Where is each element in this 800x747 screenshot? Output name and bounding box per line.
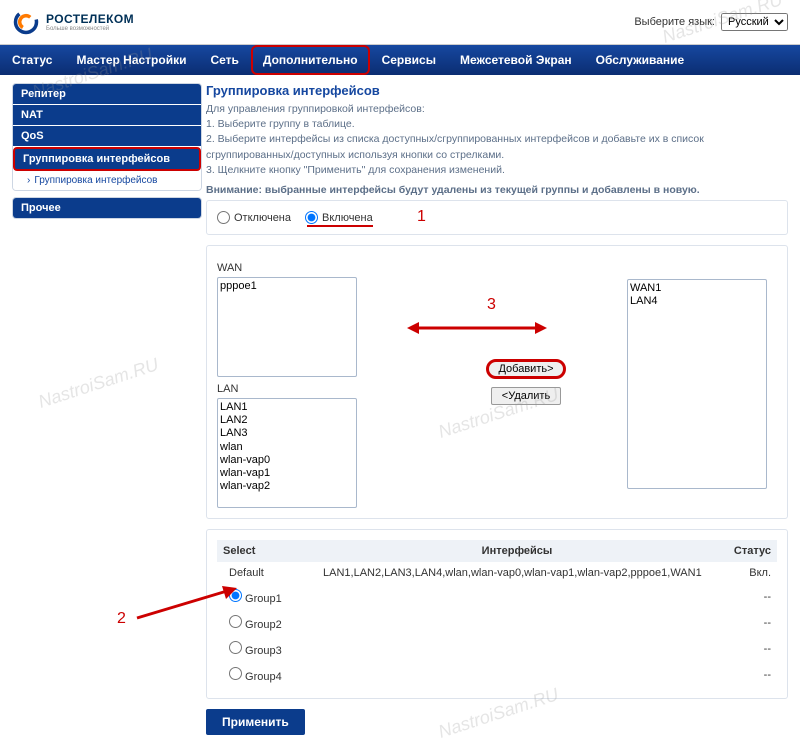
enable-panel: Отключена Включена 1 (206, 200, 788, 235)
nav-tab[interactable]: Сеть (198, 45, 250, 75)
interface-panel: 3 WAN pppoe1 LAN LAN1LAN2LAN3wlanwlan-va… (206, 245, 788, 519)
wan-label: WAN (217, 262, 425, 274)
sidebar-item-qos[interactable]: QoS (13, 126, 201, 147)
apply-button[interactable]: Применить (206, 709, 305, 735)
language-label: Выберите язык: (634, 16, 715, 28)
table-row: Group3-- (217, 636, 777, 662)
annotation-underline (307, 225, 373, 227)
table-row: Group2-- (217, 610, 777, 636)
arrow-diag-icon (132, 583, 242, 623)
brand-tagline: Больше возможностей (46, 26, 134, 32)
add-button[interactable]: Добавить> (486, 359, 565, 379)
sidebar-box: Репитер NAT QoS Группировка интерфейсов … (12, 83, 202, 191)
th-status: Статус (717, 540, 777, 562)
groups-table: Select Интерфейсы Статус DefaultLAN1,LAN… (217, 540, 777, 688)
main-content: Группировка интерфейсов Для управления г… (206, 83, 788, 735)
arrow-horizontal-icon (407, 318, 547, 338)
lan-list[interactable]: LAN1LAN2LAN3wlanwlan-vap0wlan-vap1wlan-v… (217, 398, 357, 508)
radio-off[interactable]: Отключена (217, 211, 291, 224)
group-radio[interactable] (229, 667, 242, 680)
annotation-1: 1 (417, 208, 426, 226)
wan-list[interactable]: pppoe1 (217, 277, 357, 377)
nav-tab[interactable]: Статус (0, 45, 64, 75)
brand-name: РОСТЕЛЕКОМ (46, 12, 134, 26)
logo: РОСТЕЛЕКОМ Больше возможностей (12, 8, 134, 36)
sidebar-item-interface-grouping[interactable]: Группировка интерфейсов (13, 147, 201, 171)
top-bar: РОСТЕЛЕКОМ Больше возможностей Выберите … (0, 0, 800, 44)
page-title: Группировка интерфейсов (206, 83, 788, 98)
nav-tab[interactable]: Сервисы (370, 45, 448, 75)
language-select[interactable]: Русский (721, 13, 788, 31)
sidebar-item-nat[interactable]: NAT (13, 105, 201, 126)
lan-label: LAN (217, 383, 425, 395)
grouped-list[interactable]: WAN1LAN4 (627, 279, 767, 489)
table-row: Group1-- (217, 584, 777, 610)
nav-tab[interactable]: Дополнительно (251, 45, 370, 75)
table-row: DefaultLAN1,LAN2,LAN3,LAN4,wlan,wlan-vap… (217, 562, 777, 584)
group-radio[interactable] (229, 641, 242, 654)
remove-button[interactable]: <Удалить (491, 387, 561, 405)
language-selector: Выберите язык: Русский (634, 13, 788, 31)
groups-panel: 2 Select Интерфейсы Статус DefaultLAN1,L… (206, 529, 788, 699)
th-select: Select (217, 540, 317, 562)
nav-tab[interactable]: Межсетевой Экран (448, 45, 584, 75)
th-ifaces: Интерфейсы (317, 540, 717, 562)
sidebar-box-other: Прочее (12, 197, 202, 219)
nav-tab[interactable]: Обслуживание (584, 45, 697, 75)
chevron-right-icon: › (27, 175, 30, 186)
nav-tab[interactable]: Мастер Настройки (64, 45, 198, 75)
page-intro: Для управления группировкой интерфейсов:… (206, 102, 788, 178)
main-nav: СтатусМастер НастройкиСетьДополнительноС… (0, 44, 800, 75)
logo-icon (12, 8, 40, 36)
table-row: Group4-- (217, 662, 777, 688)
sidebar-item-other[interactable]: Прочее (13, 198, 201, 218)
radio-on[interactable]: Включена (305, 211, 373, 224)
sidebar-item-repeater[interactable]: Репитер (13, 84, 201, 105)
sidebar: Репитер NAT QoS Группировка интерфейсов … (12, 83, 202, 735)
sidebar-sub-interface-grouping[interactable]: › Группировка интерфейсов (13, 171, 201, 190)
page-warning: Внимание: выбранные интерфейсы будут уда… (206, 184, 788, 196)
